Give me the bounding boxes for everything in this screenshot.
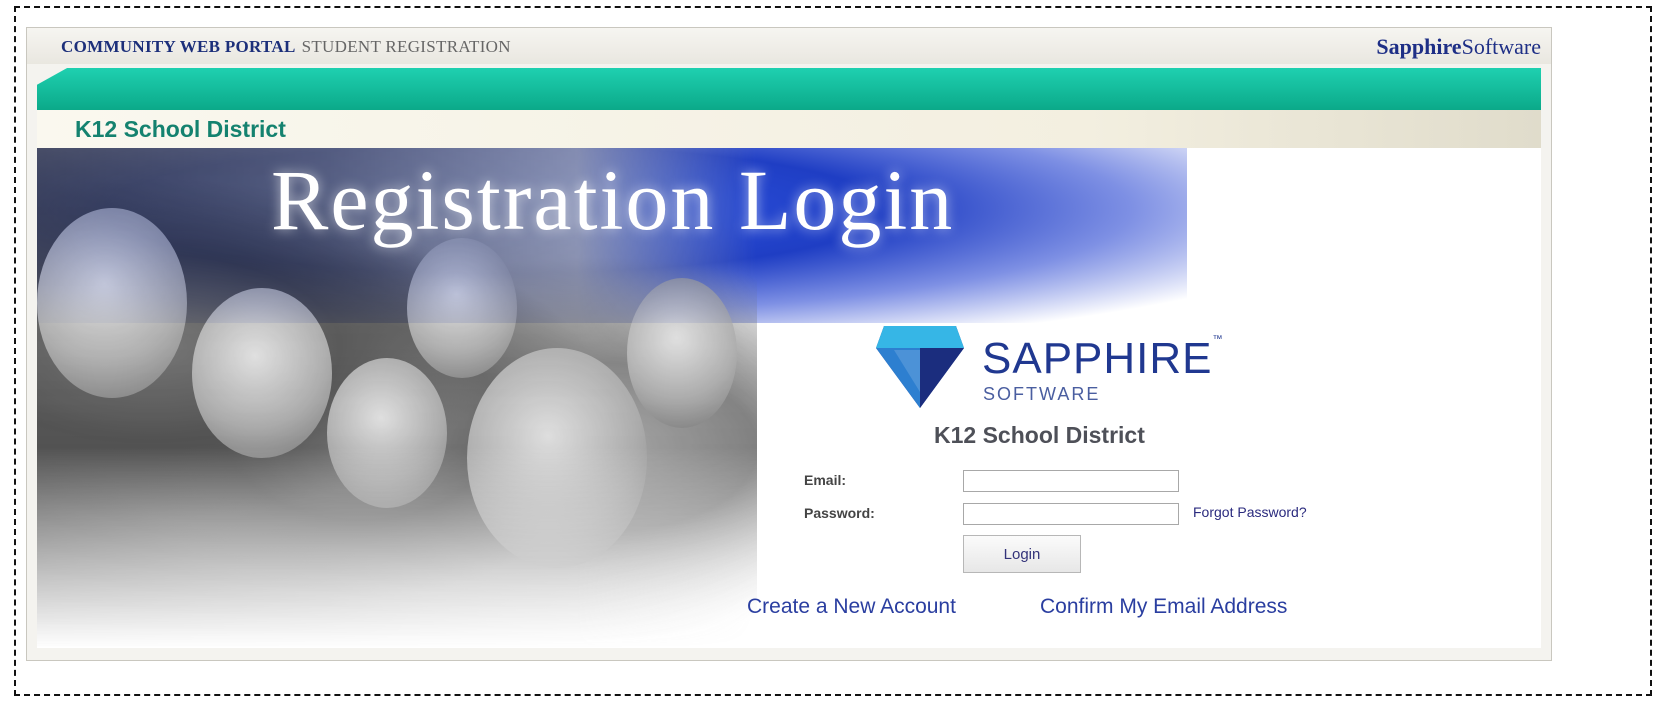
login-panel: SAPPHIRE™ SOFTWARE K12 School District E… <box>737 298 1437 638</box>
logo-trademark: ™ <box>1212 334 1224 345</box>
student-face <box>37 208 187 398</box>
student-face <box>407 238 517 378</box>
student-face <box>627 278 737 428</box>
student-face <box>192 288 332 458</box>
brand-name-bold: Sapphire <box>1376 34 1462 59</box>
portal-title: COMMUNITY WEB PORTAL STUDENT REGISTRATION <box>61 37 511 57</box>
logo-subtitle: SOFTWARE <box>983 384 1101 404</box>
login-district-name: K12 School District <box>934 422 1145 448</box>
district-banner: K12 School District <box>37 110 1541 148</box>
create-account-link[interactable]: Create a New Account <box>747 595 956 619</box>
district-name: K12 School District <box>75 116 286 142</box>
email-field[interactable] <box>963 470 1179 492</box>
hero-title: Registration Login <box>271 152 955 248</box>
student-face <box>327 358 447 508</box>
sapphire-gem-logo-icon <box>876 326 964 408</box>
student-face <box>467 348 647 568</box>
portal-subtitle: STUDENT REGISTRATION <box>301 37 511 56</box>
email-label: Email: <box>804 472 847 488</box>
portal-header: COMMUNITY WEB PORTAL STUDENT REGISTRATION… <box>27 28 1551 64</box>
hero-section: Registration Login SAPPHIRE™ SOFTWARE K1… <box>37 148 1541 648</box>
password-field[interactable] <box>963 503 1179 525</box>
brand-name: SapphireSoftware <box>1376 34 1541 60</box>
login-button[interactable]: Login <box>963 535 1081 573</box>
portal-title-text: COMMUNITY WEB PORTAL <box>61 37 296 56</box>
forgot-password-link[interactable]: Forgot Password? <box>1193 504 1307 520</box>
logo-wordmark: SAPPHIRE™ <box>982 334 1224 384</box>
brand-name-rest: Software <box>1461 34 1541 59</box>
teal-banner <box>37 68 1541 110</box>
portal-container: COMMUNITY WEB PORTAL STUDENT REGISTRATION… <box>26 27 1552 661</box>
confirm-email-link[interactable]: Confirm My Email Address <box>1040 595 1287 619</box>
password-label: Password: <box>804 505 875 521</box>
logo-word: SAPPHIRE <box>982 334 1213 383</box>
